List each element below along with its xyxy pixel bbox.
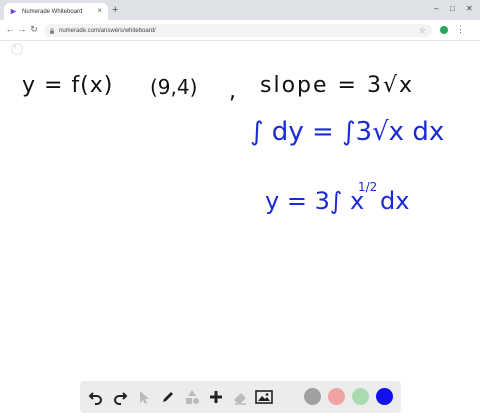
pen-icon[interactable] — [158, 387, 178, 407]
minimize-icon[interactable]: – — [434, 2, 438, 16]
handwriting-slope: slope = 3√x — [260, 73, 414, 98]
reload-icon[interactable]: ↻ — [28, 23, 40, 36]
url-text: numerade.com/answers/whiteboard/ — [59, 27, 156, 34]
shapes-icon[interactable] — [182, 387, 202, 407]
handwriting-dx: dx — [380, 187, 410, 215]
lock-icon — [50, 27, 54, 34]
back-icon[interactable]: ← — [4, 23, 16, 36]
forward-icon[interactable]: → — [16, 23, 28, 36]
redo-icon[interactable] — [110, 387, 130, 407]
color-swatch-green[interactable] — [352, 388, 369, 405]
whiteboard-toolbar — [80, 381, 401, 413]
handwriting-comma: , — [229, 79, 236, 104]
browser-address-bar: ← → ↻ numerade.com/answers/whiteboard/ ☆… — [0, 20, 480, 41]
bookmark-star-icon[interactable]: ☆ — [419, 24, 426, 37]
eraser-icon[interactable] — [230, 387, 250, 407]
handwriting-integral-equation: ∫ dy = ∫3√x dx — [250, 117, 445, 147]
handwriting-y-equals-f-x: y = f(x) — [22, 73, 114, 98]
handwriting-exponent: 1/2 — [358, 180, 378, 194]
profile-avatar[interactable] — [440, 26, 448, 34]
pointer-icon[interactable] — [134, 387, 154, 407]
numerade-favicon-icon — [10, 8, 17, 15]
browser-tab-strip: Numerade Whiteboard × + – □ ✕ — [0, 0, 480, 20]
tab-numerade-whiteboard[interactable]: Numerade Whiteboard × — [4, 3, 108, 20]
maximize-icon[interactable]: □ — [450, 2, 455, 16]
tab-close-icon[interactable]: × — [97, 6, 102, 16]
browser-menu-icon[interactable]: ⋮ — [456, 23, 465, 36]
image-icon[interactable] — [254, 387, 274, 407]
color-swatch-pink[interactable] — [328, 388, 345, 405]
tab-title: Numerade Whiteboard — [22, 8, 83, 15]
new-tab-icon[interactable]: + — [112, 3, 118, 17]
color-swatch-gray[interactable] — [304, 388, 321, 405]
whiteboard-canvas[interactable]: y = f(x) (9,4) , slope = 3√x ∫ dy = ∫3√x… — [0, 41, 480, 381]
undo-icon[interactable] — [86, 387, 106, 407]
add-icon[interactable] — [206, 387, 226, 407]
url-field[interactable]: numerade.com/answers/whiteboard/ ☆ — [44, 24, 432, 37]
handwriting-y-integral: y = 3∫ x — [265, 187, 365, 215]
window-close-icon[interactable]: ✕ — [466, 2, 473, 16]
color-swatch-blue[interactable] — [376, 388, 393, 405]
handwriting-point: (9,4) — [150, 75, 198, 99]
